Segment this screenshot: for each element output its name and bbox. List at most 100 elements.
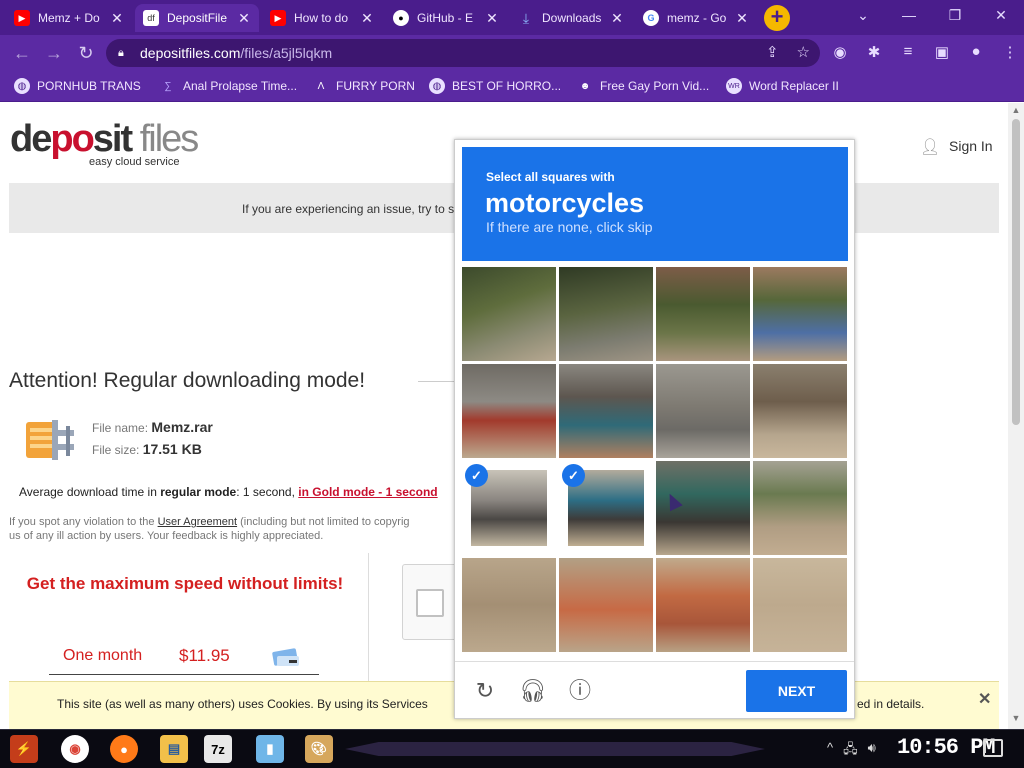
captcha-tile-3[interactable] bbox=[656, 267, 750, 361]
challenge-footer: ↻ 🎧︎ ⓘ NEXT bbox=[455, 661, 854, 718]
close-tab-icon[interactable]: ✕ bbox=[485, 10, 499, 27]
close-tab-icon[interactable]: ✕ bbox=[610, 10, 624, 27]
chevron-down-icon[interactable]: ⌄ bbox=[840, 0, 886, 30]
captcha-tile-7[interactable] bbox=[656, 364, 750, 458]
divider bbox=[418, 381, 458, 382]
recaptcha-checkbox[interactable] bbox=[416, 589, 444, 617]
file-size-row: File size: 17.51 KB bbox=[92, 441, 202, 457]
close-tab-icon[interactable]: ✕ bbox=[360, 10, 374, 27]
system-tray: ^ 🖧 🔊︎ bbox=[827, 740, 876, 762]
scroll-down-icon[interactable]: ▼ bbox=[1008, 713, 1024, 727]
cookie-text: This site (as well as many others) uses … bbox=[57, 697, 428, 711]
next-button[interactable]: NEXT bbox=[746, 670, 847, 712]
captcha-tile-13[interactable] bbox=[462, 558, 556, 652]
new-tab-button[interactable]: + bbox=[764, 5, 790, 31]
window-controls: ⌄ — ❐ ✕ bbox=[840, 0, 1024, 35]
close-tab-icon[interactable]: ✕ bbox=[237, 10, 251, 27]
start-button-icon[interactable]: ⚡ bbox=[10, 735, 38, 763]
challenge-target: motorcycles bbox=[485, 188, 645, 218]
tab-youtube-memz[interactable]: ▶ Memz + Do ✕ bbox=[6, 4, 132, 32]
captcha-tile-2[interactable] bbox=[559, 267, 653, 361]
reload-icon[interactable]: ↻ bbox=[73, 40, 99, 66]
captcha-tile-16[interactable] bbox=[753, 558, 847, 652]
tab-strip: ▶ Memz + Do ✕ df DepositFile ✕ ▶ How to … bbox=[0, 0, 1024, 35]
captcha-tile-10[interactable]: ✓ bbox=[559, 461, 653, 555]
tab-depositfiles[interactable]: df DepositFile ✕ bbox=[135, 4, 259, 32]
plan-name: One month bbox=[63, 647, 143, 664]
captcha-tile-15[interactable] bbox=[656, 558, 750, 652]
volume-icon[interactable]: 🔊︎ bbox=[868, 740, 876, 762]
notification-center-icon[interactable] bbox=[983, 739, 1003, 757]
minimize-icon[interactable]: — bbox=[886, 0, 932, 30]
reload-challenge-icon[interactable]: ↻ bbox=[472, 678, 498, 704]
bookmark-item[interactable]: ∑ Anal Prolapse Time... bbox=[160, 77, 297, 95]
plan-price: $11.95 bbox=[179, 646, 230, 665]
close-tab-icon[interactable]: ✕ bbox=[735, 10, 749, 27]
share-icon[interactable]: ⇪ bbox=[766, 43, 779, 61]
close-tab-icon[interactable]: ✕ bbox=[110, 10, 124, 27]
chrome-icon[interactable]: ◉ bbox=[61, 735, 89, 763]
globe-icon: ◍ bbox=[14, 78, 30, 94]
network-icon[interactable]: 🖧 bbox=[843, 740, 858, 762]
tab-google[interactable]: G memz - Go ✕ bbox=[635, 4, 757, 32]
close-window-icon[interactable]: ✕ bbox=[978, 0, 1024, 30]
profile-icon[interactable]: ● bbox=[966, 43, 986, 61]
captcha-tile-4[interactable] bbox=[753, 267, 847, 361]
sign-in-link[interactable]: 👤︎ Sign In bbox=[920, 137, 993, 156]
check-icon: ✓ bbox=[465, 464, 488, 487]
captcha-tile-9[interactable]: ✓ bbox=[462, 461, 556, 555]
close-icon[interactable]: ✕ bbox=[978, 689, 991, 709]
bookmark-icon: ☻ bbox=[579, 80, 591, 92]
notepad-icon[interactable]: ▮ bbox=[256, 735, 284, 763]
gold-mode-link[interactable]: in Gold mode - 1 second bbox=[298, 485, 437, 499]
firefox-icon[interactable]: ● bbox=[110, 735, 138, 763]
reading-list-icon[interactable]: ≡ bbox=[898, 43, 918, 61]
captcha-tile-12[interactable] bbox=[753, 461, 847, 555]
captcha-tile-1[interactable] bbox=[462, 267, 556, 361]
scroll-up-icon[interactable]: ▲ bbox=[1008, 105, 1024, 119]
captcha-tile-14[interactable] bbox=[559, 558, 653, 652]
page-title: Attention! Regular downloading mode! bbox=[9, 369, 366, 392]
recaptcha-challenge: Select all squares with motorcycles If t… bbox=[454, 139, 855, 719]
extensions-puzzle-icon[interactable]: ✱ bbox=[864, 43, 884, 61]
tab-label: Downloads bbox=[542, 11, 602, 25]
forward-icon[interactable]: → bbox=[41, 40, 67, 66]
tab-label: How to do bbox=[294, 11, 349, 25]
bookmark-item[interactable]: Λ FURRY PORN bbox=[313, 77, 415, 95]
paint-icon[interactable]: 🎨︎ bbox=[305, 735, 333, 763]
chevron-up-icon[interactable]: ^ bbox=[827, 740, 833, 762]
plan-one-month[interactable]: One month $11.95 bbox=[49, 643, 319, 675]
bookmark-item[interactable]: ◍ BEST OF HORRO... bbox=[429, 77, 561, 95]
depositfiles-logo[interactable]: deposit files bbox=[10, 118, 199, 161]
captcha-tile-8[interactable] bbox=[753, 364, 847, 458]
side-panel-icon[interactable]: ▣ bbox=[932, 43, 952, 61]
menu-kebab-icon[interactable]: ⋮ bbox=[1000, 43, 1020, 61]
bookmark-item[interactable]: ◍ PORNHUB TRANS bbox=[14, 77, 141, 95]
captcha-tile-6[interactable] bbox=[559, 364, 653, 458]
info-icon[interactable]: ⓘ bbox=[567, 678, 593, 704]
taskbar-clock[interactable]: 10:56 PM bbox=[897, 735, 996, 760]
browser-toolbar: ← → ↻ 🔒︎ depositfiles.com/files/a5jl5lqk… bbox=[0, 35, 1024, 70]
bookmark-item[interactable]: ☻ Free Gay Porn Vid... bbox=[577, 77, 709, 95]
captcha-tile-5[interactable] bbox=[462, 364, 556, 458]
file-explorer-icon[interactable]: ▤ bbox=[160, 735, 188, 763]
challenge-header: Select all squares with motorcycles If t… bbox=[462, 147, 848, 261]
user-agreement-link[interactable]: User Agreement bbox=[158, 516, 237, 528]
lock-icon[interactable]: 🔒︎ bbox=[118, 47, 130, 60]
page-scrollbar[interactable]: ▲ ▼ bbox=[1008, 103, 1024, 729]
audio-challenge-icon[interactable]: 🎧︎ bbox=[519, 678, 547, 704]
star-icon[interactable]: ☆ bbox=[797, 43, 810, 61]
tab-youtube-howto[interactable]: ▶ How to do ✕ bbox=[262, 4, 382, 32]
address-bar[interactable]: 🔒︎ depositfiles.com/files/a5jl5lqkm ⇪ ☆ bbox=[106, 39, 820, 67]
taskbar: ⚡ ◉ ● ▤ 7z ▮ 🎨︎ ^ 🖧 🔊︎ 10:56 PM bbox=[0, 729, 1024, 768]
back-icon[interactable]: ← bbox=[9, 40, 35, 66]
restore-icon[interactable]: ❐ bbox=[932, 0, 978, 30]
tab-downloads[interactable]: ⤓ Downloads ✕ bbox=[510, 4, 632, 32]
extension-avatar-icon[interactable]: ◉ bbox=[830, 43, 850, 61]
check-icon: ✓ bbox=[562, 464, 585, 487]
scrollbar-thumb[interactable] bbox=[1012, 119, 1020, 425]
tab-github[interactable]: ● GitHub - E ✕ bbox=[385, 4, 507, 32]
7zip-icon[interactable]: 7z bbox=[204, 735, 232, 763]
taskbar-decoration bbox=[345, 742, 765, 756]
bookmark-item[interactable]: WR Word Replacer II bbox=[726, 77, 839, 95]
